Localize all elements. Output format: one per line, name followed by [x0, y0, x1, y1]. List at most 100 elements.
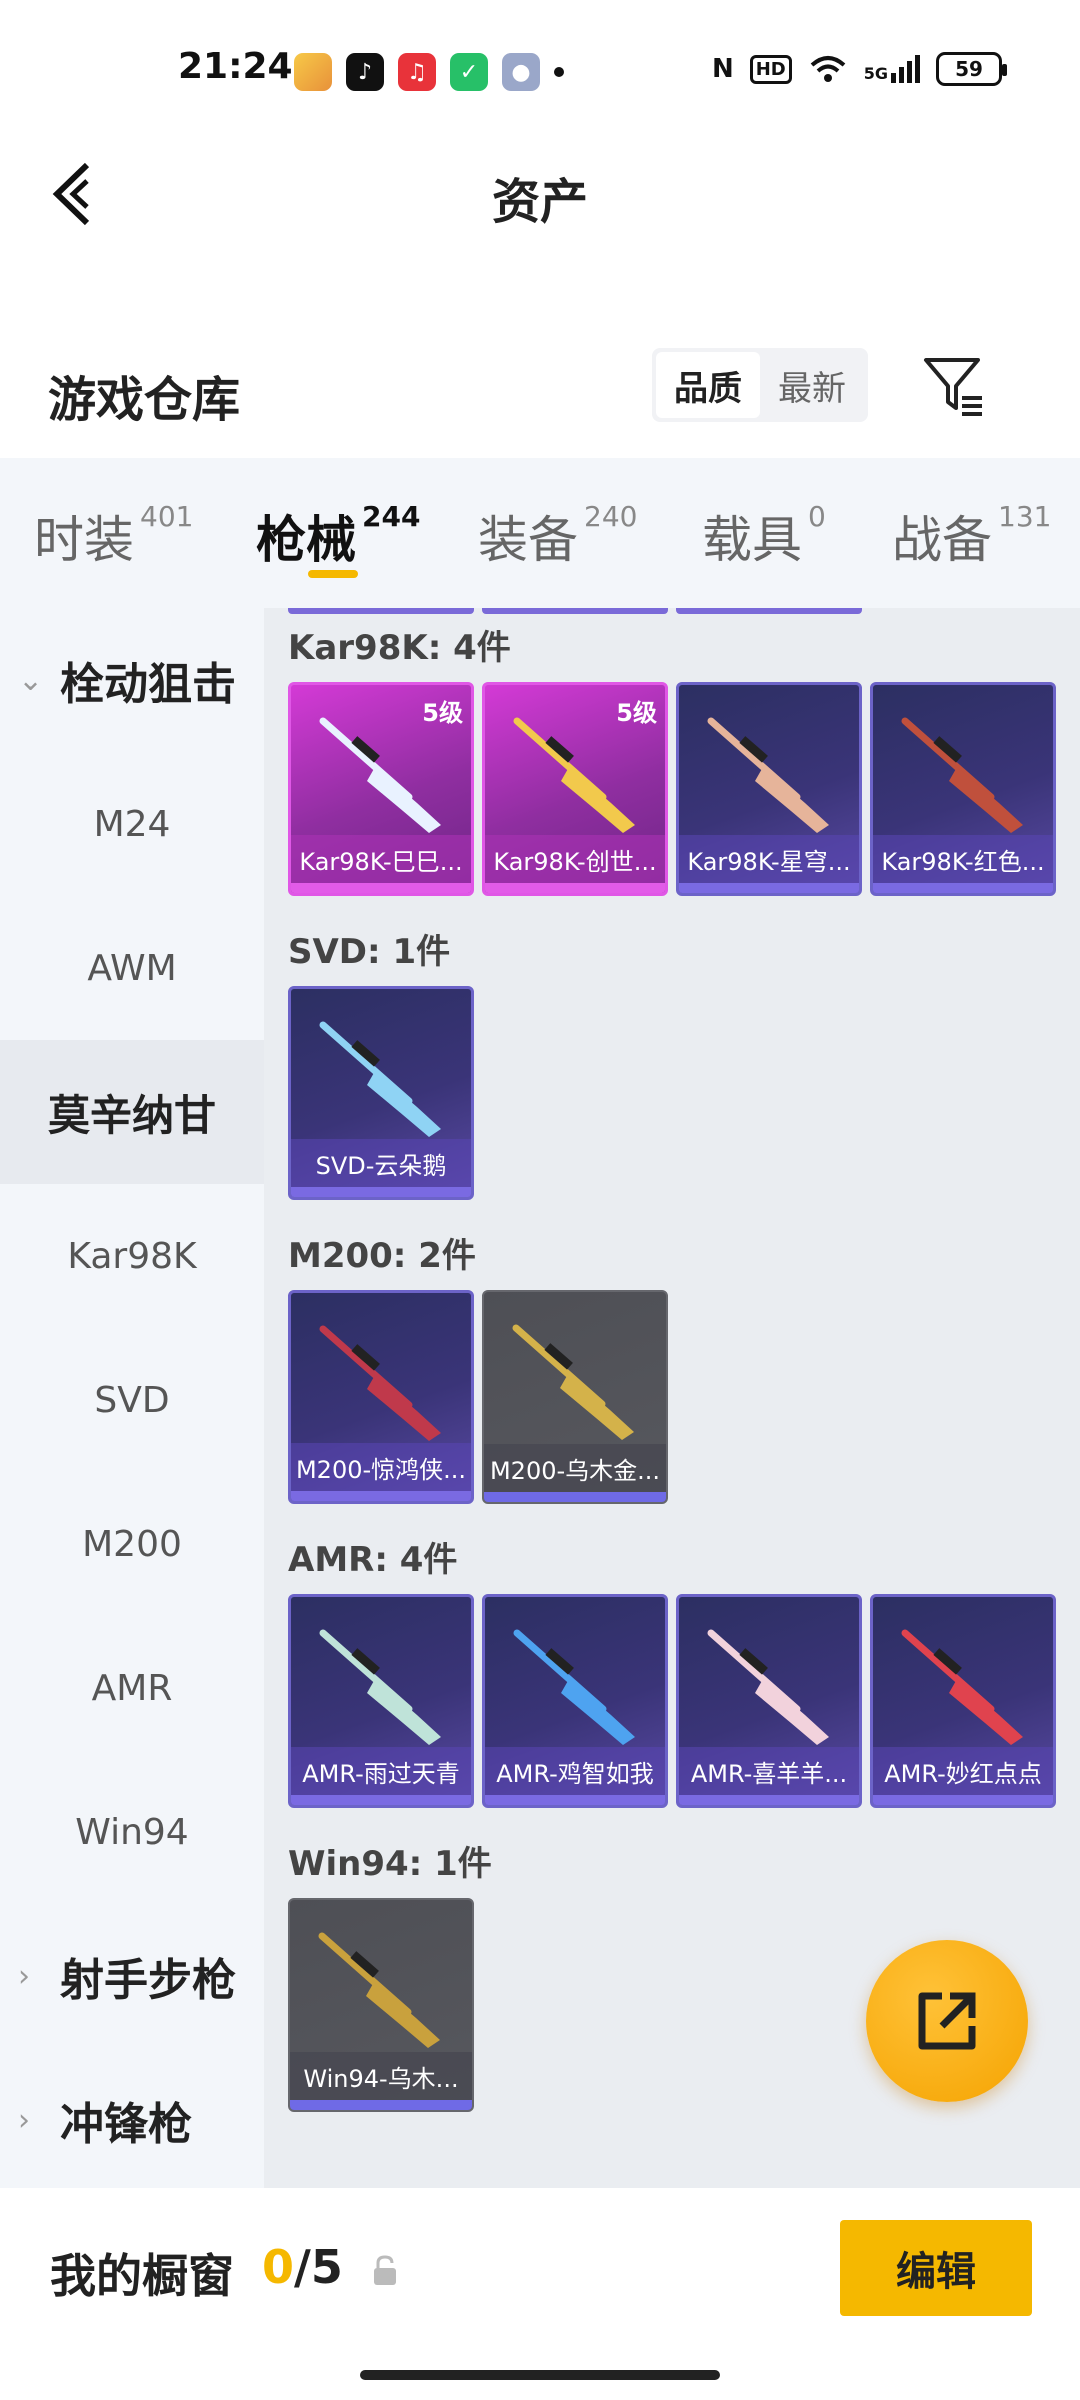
wifi-icon: [810, 56, 846, 82]
tab-count: 131: [998, 500, 1052, 533]
rarity-bar: [291, 1187, 471, 1197]
weapon-skin-card[interactable]: Kar98K-红色...: [870, 682, 1056, 896]
tab-count: 0: [808, 500, 826, 533]
sidebar-item-m24[interactable]: M24: [0, 752, 264, 896]
tab-label: 载具: [702, 511, 802, 569]
showcase-label: 我的橱窗: [50, 2249, 234, 2303]
weapon-skin-card[interactable]: AMR-鸡智如我: [482, 1594, 668, 1808]
rarity-bar: [291, 1491, 471, 1501]
rifle-icon: [318, 1932, 440, 2048]
sidebar-group-label: 栓动狙击: [60, 659, 236, 710]
tab-count: 244: [362, 500, 421, 533]
edit-button[interactable]: 编辑: [840, 2220, 1032, 2316]
tab-equipment[interactable]: 装备 240: [478, 500, 637, 572]
tab-label: 枪械: [256, 511, 356, 569]
sidebar-item-kar98k[interactable]: Kar98K: [0, 1184, 264, 1328]
status-indicators: N HD 5G 59: [711, 52, 1007, 86]
card-name: AMR-鸡智如我: [485, 1747, 665, 1795]
battery-icon: 59: [936, 52, 1007, 86]
rifle-icon: [319, 1325, 441, 1441]
sidebar-group-marksman[interactable]: › 射手步枪: [0, 1904, 264, 2048]
card-level-badge: 5级: [422, 699, 463, 727]
category-tabs: 时装 401 枪械 244 装备 240 载具 0 战备 131: [0, 458, 1080, 608]
weapon-skin-card[interactable]: AMR-妙红点点: [870, 1594, 1056, 1808]
sidebar-item-win94[interactable]: Win94: [0, 1760, 264, 1904]
weapon-skin-card[interactable]: M200-惊鸿侠...: [288, 1290, 474, 1504]
rarity-bar: [485, 1795, 665, 1805]
music-icon: ♫: [398, 53, 436, 91]
weapon-skin-card[interactable]: AMR-雨过天青: [288, 1594, 474, 1808]
weapon-skin-card[interactable]: Win94-乌木...: [288, 1898, 474, 2112]
weapon-skin-card[interactable]: AMR-喜羊羊...: [676, 1594, 862, 1808]
rarity-bar: [290, 2100, 472, 2110]
more-notifications-dot: [554, 67, 564, 77]
card-level-badge: 5级: [616, 699, 657, 727]
filter-icon: [924, 358, 982, 416]
previous-row-peek: [676, 608, 862, 614]
weapon-skin-card[interactable]: 5级 Kar98K-巳巳...: [288, 682, 474, 896]
weapon-skin-card[interactable]: M200-乌木金...: [482, 1290, 668, 1504]
card-name: Kar98K-创世...: [485, 835, 665, 883]
tab-weapons[interactable]: 枪械 244: [256, 500, 420, 572]
sidebar-item-mosin[interactable]: 莫辛纳甘: [0, 1040, 264, 1184]
chevron-down-icon: ⌄: [18, 662, 44, 698]
filter-button[interactable]: [920, 352, 990, 422]
card-name: Kar98K-巳巳...: [291, 835, 471, 883]
showcase-count: 0/5: [262, 2240, 343, 2294]
sidebar-group-label: 冲锋枪: [60, 2099, 192, 2150]
share-button[interactable]: [866, 1940, 1028, 2102]
showcase-count-current: 0: [262, 2240, 295, 2294]
rarity-bar: [679, 1795, 859, 1805]
sidebar-group-smg[interactable]: › 冲锋枪: [0, 2048, 264, 2192]
warehouse-title: 游戏仓库: [48, 372, 241, 428]
weapon-skin-card[interactable]: 5级 Kar98K-创世...: [482, 682, 668, 896]
weapon-type-sidebar: ⌄ 栓动狙击 M24 AWM 莫辛纳甘 Kar98K SVD M200 AMR …: [0, 608, 264, 2188]
rifle-icon: [707, 717, 829, 833]
tab-vehicles[interactable]: 载具 0: [702, 500, 826, 572]
rifle-icon: [707, 1629, 829, 1745]
tab-supplies[interactable]: 战备 131: [892, 500, 1051, 572]
rarity-bar: [873, 883, 1053, 893]
rifle-icon: [901, 1629, 1023, 1745]
sidebar-item-amr[interactable]: AMR: [0, 1616, 264, 1760]
rifle-icon: [319, 1629, 441, 1745]
rarity-bar: [291, 1795, 471, 1805]
rarity-bar: [484, 1492, 666, 1502]
tab-count: 240: [584, 500, 638, 533]
card-name: SVD-云朵鹅: [291, 1139, 471, 1187]
sort-latest-button[interactable]: 最新: [760, 352, 864, 418]
tab-label: 战备: [892, 511, 992, 569]
rarity-bar: [485, 883, 665, 893]
previous-row-peek: [288, 608, 474, 614]
sort-toggle: 品质 最新: [652, 348, 868, 422]
group-title: AMR: 4件: [288, 1540, 458, 1580]
showcase-count-total: /5: [294, 2240, 343, 2294]
card-name: AMR-妙红点点: [873, 1747, 1053, 1795]
top-header: 资产: [0, 140, 1080, 250]
chevron-right-icon: ›: [18, 2102, 30, 2138]
nfc-icon: N: [711, 54, 734, 84]
sidebar-group-bolt-action[interactable]: ⌄ 栓动狙击: [0, 608, 264, 752]
rifle-icon: [513, 1629, 635, 1745]
page-title: 资产: [491, 174, 588, 230]
cat-app-icon: ●: [502, 53, 540, 91]
sidebar-item-m200[interactable]: M200: [0, 1472, 264, 1616]
weapon-skin-card[interactable]: SVD-云朵鹅: [288, 986, 474, 1200]
group-title: SVD: 1件: [288, 932, 451, 972]
rifle-icon: [512, 1324, 634, 1440]
group-title: Kar98K: 4件: [288, 628, 511, 668]
weapon-skin-card[interactable]: Kar98K-星穹...: [676, 682, 862, 896]
game-app-icon: [294, 53, 332, 91]
hd-icon: HD: [749, 54, 792, 84]
status-bar: 21:24 ♪ ♫ ✓ ● N HD 5G 59: [0, 0, 1080, 140]
tab-count: 401: [140, 500, 194, 533]
sidebar-item-svd[interactable]: SVD: [0, 1328, 264, 1472]
sort-quality-button[interactable]: 品质: [656, 352, 760, 418]
card-name: Kar98K-星穹...: [679, 835, 859, 883]
tab-fashion[interactable]: 时装 401: [34, 500, 193, 572]
sidebar-item-awm[interactable]: AWM: [0, 896, 264, 1040]
status-time: 21:24: [178, 46, 293, 87]
rifle-icon: [319, 1021, 441, 1137]
home-indicator: [360, 2370, 720, 2380]
showcase-bar: 我的橱窗 0/5 编辑: [0, 2188, 1080, 2400]
